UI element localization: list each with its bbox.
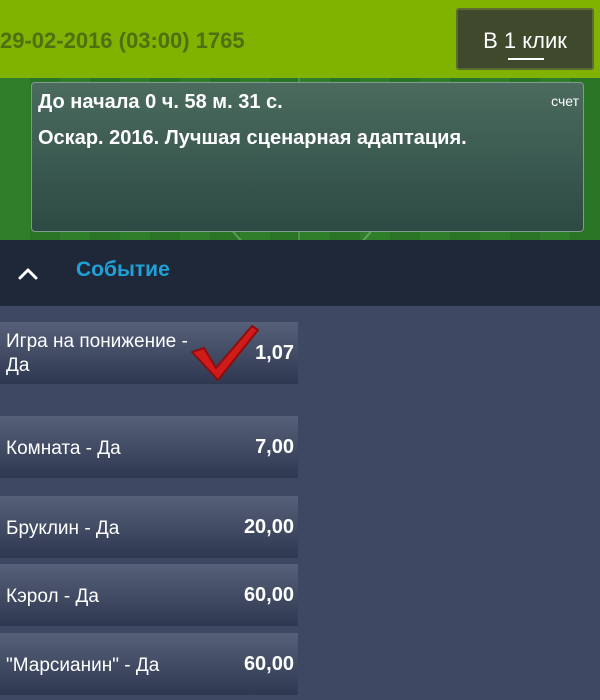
odd-name: Кэрол - Да: [6, 586, 99, 607]
countdown-text: До начала 0 ч. 58 м. 31 с.: [38, 91, 283, 113]
odd-value: 60,00: [243, 653, 294, 675]
checkmark-icon: [191, 325, 259, 381]
event-card: До начала 0 ч. 58 м. 31 с. счет Оскар. 2…: [31, 82, 584, 232]
odd-name: Бруклин - Да: [6, 518, 120, 539]
event-date: 29-02-2016 (03:00) 1765: [0, 28, 245, 53]
one-click-button[interactable]: В 1 клик: [456, 8, 594, 70]
section-header[interactable]: Событие: [0, 240, 600, 306]
odd-value: 60,00: [243, 584, 294, 606]
odd-value: 20,00: [243, 516, 294, 538]
odd-row[interactable]: Бруклин - Да 20,00: [0, 496, 298, 558]
section-label: Событие: [76, 258, 170, 281]
one-click-underline: [508, 58, 544, 60]
odd-name: Комната - Да: [6, 438, 121, 459]
odd-row[interactable]: Комната - Да 7,00: [0, 416, 298, 478]
top-bar: 29-02-2016 (03:00) 1765 В 1 клик: [0, 0, 600, 78]
odd-value: 7,00: [255, 436, 294, 458]
one-click-label: В 1 клик: [483, 28, 567, 53]
score-label[interactable]: счет: [551, 93, 579, 109]
odd-row[interactable]: Кэрол - Да 60,00: [0, 564, 298, 626]
odd-name: "Марсианин" - Да: [6, 655, 160, 676]
odd-name: Игра на понижение - Да: [6, 331, 188, 376]
odds-list: Игра на понижение - Да 1,07 Комната - Да…: [0, 306, 600, 700]
chevron-up-icon[interactable]: [16, 262, 40, 284]
event-title: Оскар. 2016. Лучшая сценарная адаптация.: [38, 127, 467, 149]
odd-value: 1,07: [255, 342, 294, 364]
odd-row[interactable]: "Марсианин" - Да 60,00: [0, 633, 298, 695]
